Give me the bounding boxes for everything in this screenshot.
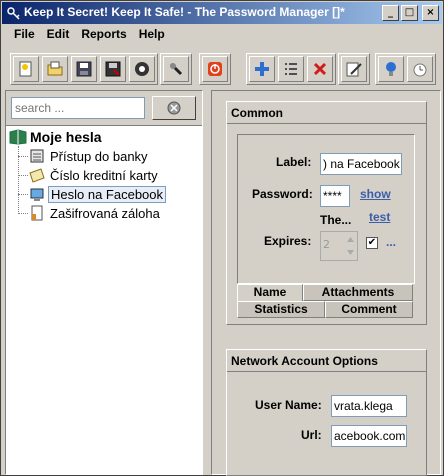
network-title: Network Account Options xyxy=(227,350,426,372)
search-input[interactable] xyxy=(11,97,145,119)
list-icon xyxy=(285,63,297,75)
edit-icon xyxy=(346,62,362,77)
settings-icon xyxy=(135,62,149,76)
search-tool-icon xyxy=(169,62,183,76)
common-title: Common xyxy=(227,102,426,124)
tab-statistics[interactable]: Statistics xyxy=(237,301,325,318)
add-button[interactable] xyxy=(249,56,275,82)
tree-item-label: Heslo na Facebook xyxy=(48,186,167,203)
clear-search-icon xyxy=(167,101,181,115)
computer-icon xyxy=(30,188,44,201)
expires-spinner[interactable]: 2 xyxy=(320,231,358,261)
label-caption: Label: xyxy=(276,155,312,169)
expires-picker-link[interactable]: ... xyxy=(386,235,396,249)
search-tool-button[interactable] xyxy=(163,56,189,82)
test-password-link[interactable]: test xyxy=(369,210,390,224)
url-field[interactable]: acebook.com xyxy=(331,425,407,447)
bank-icon xyxy=(30,149,44,163)
search-bar xyxy=(6,91,202,126)
new-button[interactable] xyxy=(13,56,39,82)
common-fields: Label: ) na Facebook Password: **** show… xyxy=(237,134,415,284)
chevron-up-icon xyxy=(347,237,354,242)
help-button[interactable] xyxy=(378,56,404,82)
user-name-field[interactable]: vrata.klega xyxy=(331,395,407,417)
menu-edit[interactable]: Edit xyxy=(43,25,74,45)
title-bar[interactable]: Keep It Secret! Keep It Safe! - The Pass… xyxy=(2,2,442,24)
document-icon xyxy=(31,205,43,221)
open-button[interactable] xyxy=(42,56,68,82)
save-as-icon xyxy=(105,61,121,77)
credit-card-icon xyxy=(29,168,45,183)
menu-file[interactable]: File xyxy=(10,25,39,45)
tree-item-label: Zašifrovaná záloha xyxy=(50,205,160,221)
password-field[interactable]: **** xyxy=(320,185,350,207)
user-caption: User Name: xyxy=(255,398,322,412)
open-icon xyxy=(47,61,63,76)
tab-attachments[interactable]: Attachments xyxy=(303,284,413,301)
power-icon xyxy=(208,62,222,76)
timer-button[interactable] xyxy=(407,56,433,82)
search-button[interactable] xyxy=(152,96,196,120)
password-strength: The... xyxy=(320,213,352,227)
key-icon xyxy=(7,7,20,20)
app-window: Keep It Secret! Keep It Safe! - The Pass… xyxy=(0,0,444,476)
list-button[interactable] xyxy=(278,56,304,82)
toolbar-group-entries xyxy=(246,53,336,85)
save-button[interactable] xyxy=(71,56,97,82)
settings-button[interactable] xyxy=(129,56,155,82)
label-field[interactable]: ) na Facebook xyxy=(320,153,402,175)
window-title: Keep It Secret! Keep It Safe! - The Pass… xyxy=(24,5,345,19)
chevron-down-icon xyxy=(347,250,354,255)
expires-value: 2 xyxy=(323,238,330,251)
tree-item-facebook[interactable]: Heslo na Facebook xyxy=(18,186,167,203)
tree-root[interactable]: Moje hesla xyxy=(9,129,102,145)
new-icon xyxy=(19,61,32,77)
menu-help[interactable]: Help xyxy=(135,25,169,45)
edit-button[interactable] xyxy=(341,56,367,82)
toolbar-group-edit xyxy=(338,53,370,85)
save-icon xyxy=(76,61,92,77)
toolbar xyxy=(2,49,442,87)
power-button[interactable] xyxy=(202,56,228,82)
menu-bar: File Edit Reports Help xyxy=(2,25,442,45)
toolbar-group-help xyxy=(375,53,436,85)
expires-checkbox[interactable]: ✔ xyxy=(366,237,378,249)
add-icon xyxy=(255,62,269,76)
save-as-button[interactable] xyxy=(100,56,126,82)
tree-item-label: Číslo kreditní karty xyxy=(50,167,158,183)
url-caption: Url: xyxy=(301,428,322,442)
tree-root-label: Moje hesla xyxy=(30,129,102,145)
network-section: Network Account Options User Name: vrata… xyxy=(226,349,427,476)
password-caption: Password: xyxy=(252,187,313,201)
book-icon xyxy=(9,129,27,145)
tree-item-label: Přístup do banky xyxy=(50,148,148,164)
menu-reports[interactable]: Reports xyxy=(77,25,130,45)
tab-comment[interactable]: Comment xyxy=(325,301,413,318)
help-icon xyxy=(386,62,396,76)
common-section: Common Label: ) na Facebook Password: **… xyxy=(226,101,427,325)
expires-caption: Expires: xyxy=(264,234,312,248)
timer-icon xyxy=(413,63,427,77)
show-password-link[interactable]: show xyxy=(360,187,391,201)
maximize-button[interactable]: □ xyxy=(401,5,418,21)
tree-panel: Moje hesla Přístup do banky Číslo kredit… xyxy=(5,90,203,475)
minimize-button[interactable]: _ xyxy=(382,5,399,21)
tree-item-credit-card[interactable]: Číslo kreditní karty xyxy=(18,167,160,183)
delete-icon xyxy=(313,62,327,76)
tree-item-bank[interactable]: Přístup do banky xyxy=(18,148,150,164)
toolbar-group-file xyxy=(10,53,158,85)
tree-item-backup[interactable]: Zašifrovaná záloha xyxy=(18,205,162,221)
toolbar-group-power xyxy=(199,53,231,85)
details-panel: Common Label: ) na Facebook Password: **… xyxy=(211,90,441,476)
close-button[interactable]: × xyxy=(422,5,439,21)
delete-button[interactable] xyxy=(307,56,333,82)
toolbar-group-tools xyxy=(160,53,192,85)
